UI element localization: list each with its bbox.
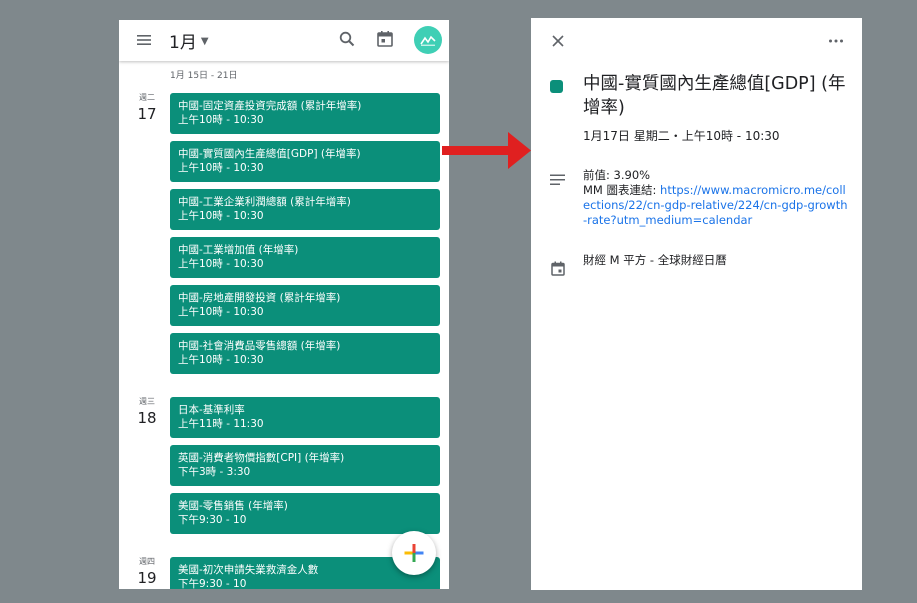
event-chip[interactable]: 中國-實質國內生產總值[GDP] (年增率) 上午10時 - 10:30 [170,141,440,182]
caret-down-icon: ▼ [200,36,209,47]
day-header-19[interactable]: 週四 19 [132,556,162,587]
event-title: 中國-房地產開發投資 (累計年增率) [178,292,341,304]
previous-value: 前值: 3.90% [583,168,651,182]
day-of-month: 19 [137,569,157,587]
event-title: 中國-社會消費品零售總額 (年增率) [178,340,341,352]
avatar-chart-icon [420,35,436,46]
search-icon[interactable] [338,30,356,48]
event-chip[interactable]: 日本-基準利率 上午11時 - 11:30 [170,397,440,438]
chart-link-row: MM 圖表連結: https://www.macromicro.me/colle… [583,183,848,228]
avatar[interactable] [414,26,442,54]
event-chip[interactable]: 中國-工業企業利潤總額 (累計年增率) 上午10時 - 10:30 [170,189,440,230]
event-title: 美國-零售銷售 (年增率) [178,500,288,512]
event-chip[interactable]: 中國-房地產開發投資 (累計年增率) 上午10時 - 10:30 [170,285,440,326]
day-of-month: 18 [137,409,157,427]
chart-link-label: MM 圖表連結: [583,183,661,197]
add-icon [404,544,424,562]
day-of-week: 週三 [139,397,155,406]
month-label: 1月 [169,33,197,53]
event-chip[interactable]: 中國-工業增加值 (年增率) 上午10時 - 10:30 [170,237,440,278]
day-of-week: 週四 [139,557,155,566]
event-time: 上午10時 - 10:30 [178,114,264,126]
event-color-indicator [550,80,563,93]
event-title: 英國-消費者物價指數[CPI] (年增率) [178,452,345,464]
event-title: 中國-固定資產投資完成額 (累計年增率) [178,100,362,112]
event-time: 上午10時 - 10:30 [178,210,264,222]
event-time: 上午10時 - 10:30 [178,354,264,366]
event-time: 上午10時 - 10:30 [178,306,264,318]
calendar-schedule-panel: 1月 ▼ 1月 15日 - 21日 週二 17 中國-固定資產投資完成額 (累計… [119,20,449,589]
today-icon[interactable] [376,30,394,48]
day-header-18[interactable]: 週三 18 [132,396,162,427]
month-selector[interactable]: 1月 ▼ [169,28,209,53]
event-time: 下午9:30 - 10 [178,514,247,526]
calendar-name: 財經 M 平方 - 全球財經日曆 [583,253,727,267]
close-icon[interactable] [550,33,566,49]
menu-icon[interactable] [136,32,152,48]
day-of-week: 週二 [139,93,155,102]
app-bar: 1月 ▼ [119,20,449,61]
event-detail-panel: 中國-實質國內生產總值[GDP] (年增率) 1月17日 星期二・上午10時 -… [531,18,862,590]
event-detail-title: 中國-實質國內生產總值[GDP] (年增率) [583,74,846,118]
event-title: 日本-基準利率 [178,404,245,416]
day-of-month: 17 [137,105,157,123]
event-time: 上午11時 - 11:30 [178,418,264,430]
event-time: 下午3時 - 3:30 [178,466,251,478]
event-title: 中國-工業增加值 (年增率) [178,244,299,256]
more-icon[interactable] [828,38,844,44]
event-detail-datetime: 1月17日 星期二・上午10時 - 10:30 [583,129,780,143]
event-chip[interactable]: 中國-固定資產投資完成額 (累計年增率) 上午10時 - 10:30 [170,93,440,134]
event-title: 中國-工業企業利潤總額 (累計年增率) [178,196,351,208]
pointer-arrow [442,132,531,169]
week-range: 1月 15日 - 21日 [170,71,238,81]
event-time: 上午10時 - 10:30 [178,162,264,174]
event-title: 中國-實質國內生產總值[GDP] (年增率) [178,148,361,160]
calendar-icon [551,261,565,276]
event-chip[interactable]: 英國-消費者物價指數[CPI] (年增率) 下午3時 - 3:30 [170,445,440,486]
day-header-17[interactable]: 週二 17 [132,92,162,123]
notes-icon [550,174,565,185]
event-chip[interactable]: 中國-社會消費品零售總額 (年增率) 上午10時 - 10:30 [170,333,440,374]
event-chip[interactable]: 美國-零售銷售 (年增率) 下午9:30 - 10 [170,493,440,534]
event-notes: 前值: 3.90% MM 圖表連結: https://www.macromicr… [583,168,848,228]
add-event-button[interactable] [392,531,436,575]
event-time: 下午9:30 - 10 [178,578,247,589]
event-time: 上午10時 - 10:30 [178,258,264,270]
